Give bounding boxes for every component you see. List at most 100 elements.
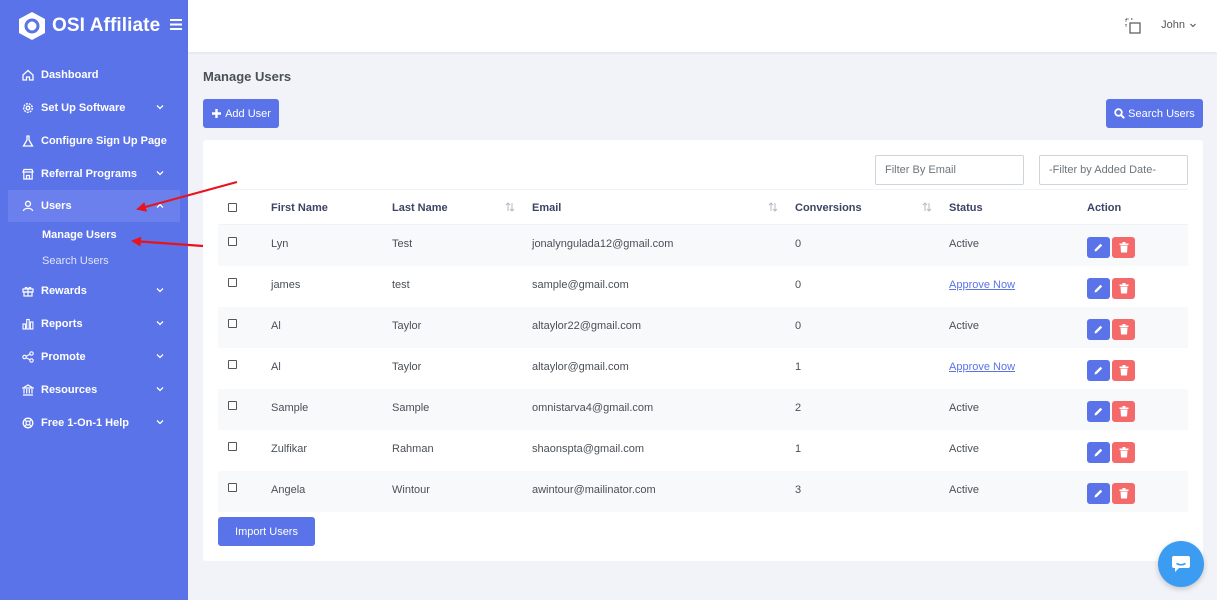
delete-button[interactable] [1112, 360, 1135, 381]
user-icon [21, 199, 35, 213]
table-row: Al Taylor altaylor@gmail.com 1 Approve Now [218, 348, 1188, 389]
search-users-button[interactable]: Search Users [1106, 99, 1203, 128]
row-checkbox[interactable] [228, 401, 237, 410]
row-checkbox[interactable] [228, 319, 237, 328]
hamburger-menu-icon[interactable] [170, 17, 183, 35]
row-checkbox[interactable] [228, 442, 237, 451]
header-status[interactable]: Status [949, 202, 983, 214]
sidebar-item-label: Free 1-On-1 Help [41, 416, 130, 429]
filter-date-input[interactable] [1039, 155, 1188, 185]
sidebar-item-label: Configure Sign Up Page [41, 134, 167, 147]
cell-status: Active [949, 238, 979, 250]
lifebuoy-icon [21, 416, 35, 430]
sidebar-item-label: Promote [41, 350, 86, 363]
fullscreen-icon[interactable] [1125, 18, 1141, 34]
cell-first-name: Angela [271, 484, 306, 496]
select-all-checkbox[interactable] [228, 203, 237, 212]
sidebar-item-set-up-software[interactable]: Set Up Software [0, 91, 188, 124]
edit-button[interactable] [1087, 360, 1110, 381]
sidebar-subitem-search-users[interactable]: Search Users [42, 248, 188, 274]
sort-icon[interactable] [922, 202, 932, 212]
header-first-name[interactable]: First Name [271, 202, 328, 214]
edit-button[interactable] [1087, 483, 1110, 504]
row-checkbox[interactable] [228, 483, 237, 492]
cell-status: Active [949, 443, 979, 455]
import-users-label: Import Users [235, 525, 298, 538]
chevron-down-icon [154, 350, 166, 362]
trash-icon [1119, 406, 1129, 417]
table-row: Lyn Test jonalyngulada12@gmail.com 0 Active [218, 225, 1188, 266]
sidebar-item-dashboard[interactable]: Dashboard [0, 58, 188, 91]
edit-button[interactable] [1087, 401, 1110, 422]
pencil-icon [1093, 365, 1104, 376]
row-checkbox[interactable] [228, 237, 237, 246]
delete-button[interactable] [1112, 483, 1135, 504]
sidebar-subitem-manage-users[interactable]: Manage Users [42, 222, 188, 248]
delete-button[interactable] [1112, 401, 1135, 422]
import-users-button[interactable]: Import Users [218, 517, 315, 546]
trash-icon [1119, 365, 1129, 376]
sidebar-item-label: Reports [41, 317, 83, 330]
filter-email-input[interactable] [875, 155, 1024, 185]
delete-button[interactable] [1112, 278, 1135, 299]
sidebar-item-promote[interactable]: Promote [0, 340, 188, 373]
row-checkbox[interactable] [228, 360, 237, 369]
edit-button[interactable] [1087, 442, 1110, 463]
sidebar-item-rewards[interactable]: Rewards [0, 274, 188, 307]
cell-last-name: Test [392, 238, 413, 250]
chevron-down-icon [154, 416, 166, 428]
cell-conversions: 1 [795, 361, 802, 373]
sort-icon[interactable] [505, 202, 515, 212]
plus-icon [211, 108, 222, 119]
edit-button[interactable] [1087, 278, 1110, 299]
cell-email: altaylor@gmail.com [532, 361, 629, 373]
approve-now-link[interactable]: Approve Now [949, 361, 1015, 373]
brand[interactable]: OSI Affiliate [0, 0, 188, 52]
sidebar-item-label: Resources [41, 383, 98, 396]
pencil-icon [1093, 447, 1104, 458]
bar-chart-icon [21, 317, 35, 331]
header-email[interactable]: Email [532, 202, 561, 214]
sidebar-item-reports[interactable]: Reports [0, 307, 188, 340]
sidebar-item-configure-sign-up-page[interactable]: Configure Sign Up Page [0, 124, 188, 157]
cell-email: shaonspta@gmail.com [532, 443, 645, 455]
chat-widget-button[interactable] [1158, 541, 1204, 587]
cell-first-name: Al [271, 320, 281, 332]
sidebar-item-users[interactable]: Users [8, 190, 180, 222]
sidebar-item-label: Set Up Software [41, 101, 126, 114]
user-name: John [1161, 19, 1185, 31]
pencil-icon [1093, 324, 1104, 335]
cell-status: Active [949, 402, 979, 414]
hexagon-logo-icon [18, 11, 46, 41]
sidebar-item-resources[interactable]: Resources [0, 373, 188, 406]
sidebar-item-free-help[interactable]: Free 1-On-1 Help [0, 406, 188, 439]
cell-last-name: Sample [392, 402, 430, 414]
cell-email: awintour@mailinator.com [532, 484, 656, 496]
cell-conversions: 0 [795, 279, 802, 291]
header-last-name[interactable]: Last Name [392, 202, 448, 214]
trash-icon [1119, 324, 1129, 335]
gear-icon [21, 101, 35, 115]
sidebar-item-label: Users [41, 200, 72, 212]
table-row: Al Taylor altaylor22@gmail.com 0 Active [218, 307, 1188, 348]
delete-button[interactable] [1112, 237, 1135, 258]
chevron-up-icon [154, 200, 166, 212]
header-conversions[interactable]: Conversions [795, 202, 862, 214]
table-row: Sample Sample omnistarva4@gmail.com 2 Active [218, 389, 1188, 430]
delete-button[interactable] [1112, 442, 1135, 463]
cell-conversions: 1 [795, 443, 802, 455]
approve-now-link[interactable]: Approve Now [949, 279, 1015, 291]
chat-icon [1171, 555, 1191, 573]
sidebar-item-referral-programs[interactable]: Referral Programs [0, 157, 188, 190]
edit-button[interactable] [1087, 319, 1110, 340]
chevron-down-icon [154, 167, 166, 179]
pencil-icon [1093, 283, 1104, 294]
edit-button[interactable] [1087, 237, 1110, 258]
add-user-button[interactable]: Add User [203, 99, 279, 128]
bank-icon [21, 383, 35, 397]
row-checkbox[interactable] [228, 278, 237, 287]
sidebar-item-label: Referral Programs [41, 167, 137, 180]
sort-icon[interactable] [768, 202, 778, 212]
user-menu[interactable]: John [1161, 19, 1197, 31]
delete-button[interactable] [1112, 319, 1135, 340]
